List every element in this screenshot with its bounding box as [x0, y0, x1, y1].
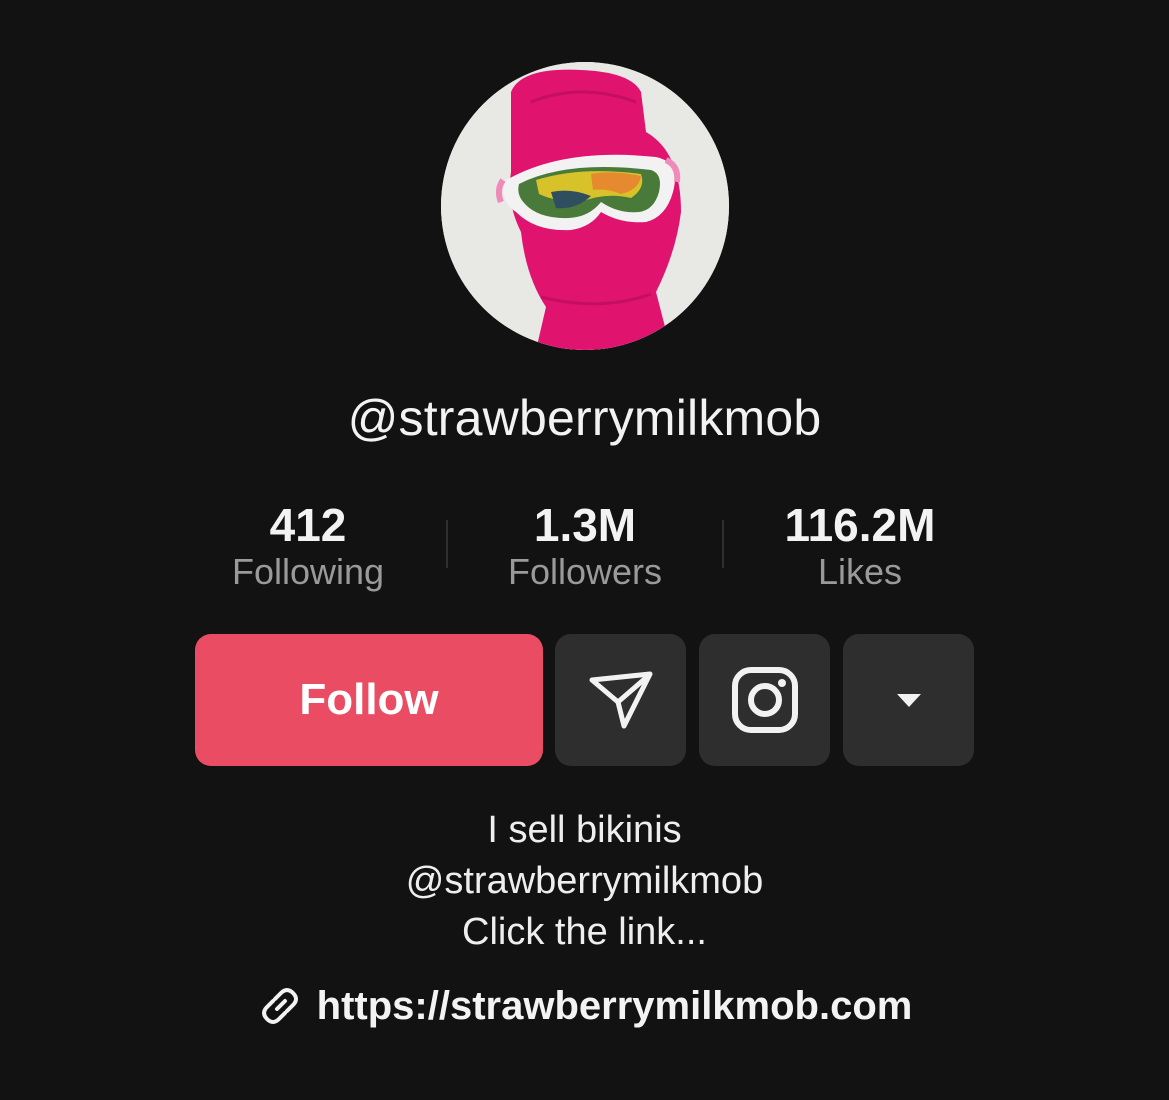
profile-page: @strawberrymilkmob 412 Following 1.3M Fo… — [0, 0, 1169, 1100]
stat-followers-label: Followers — [507, 551, 663, 592]
stat-divider — [446, 520, 448, 568]
send-icon — [589, 671, 652, 729]
stat-following[interactable]: 412 Following — [188, 496, 428, 594]
follow-button[interactable]: Follow — [195, 634, 543, 766]
more-options-button[interactable] — [843, 634, 974, 766]
profile-username: @strawberrymilkmob — [347, 390, 822, 446]
stat-following-count: 412 — [269, 499, 347, 551]
profile-link-url[interactable]: https://strawberrymilkmob.com — [317, 978, 913, 1034]
bio-line: Click the link... — [462, 911, 707, 953]
avatar[interactable] — [441, 62, 729, 350]
link-icon — [261, 988, 298, 1024]
avatar-image — [441, 62, 729, 350]
stat-likes: 116.2M Likes — [740, 496, 980, 594]
stat-following-label: Following — [231, 551, 385, 592]
bio-line: I sell bikinis — [487, 809, 682, 851]
stat-followers[interactable]: 1.3M Followers — [465, 496, 705, 594]
bio-mention[interactable]: @strawberrymilkmob — [0, 855, 1169, 907]
stat-followers-count: 1.3M — [533, 499, 637, 551]
caret-down-icon — [896, 694, 921, 707]
instagram-button[interactable] — [699, 634, 830, 766]
stat-likes-count: 116.2M — [784, 499, 936, 551]
message-button[interactable] — [555, 634, 686, 766]
instagram-icon — [731, 667, 798, 733]
stat-likes-label: Likes — [817, 551, 903, 592]
profile-link[interactable]: https://strawberrymilkmob.com — [0, 978, 1169, 1034]
stat-divider — [722, 520, 724, 568]
